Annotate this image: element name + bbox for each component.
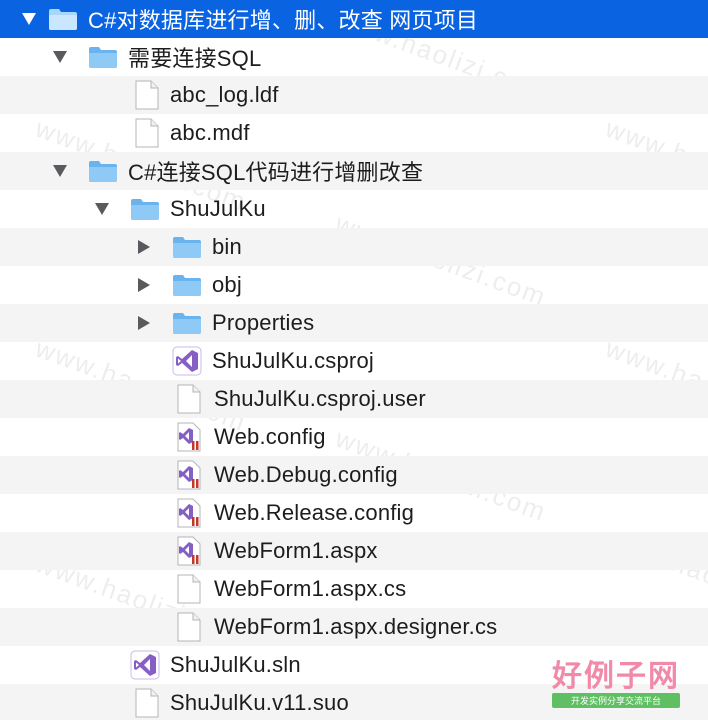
tree-row-label: C#对数据库进行增、删、改查 网页项目 (88, 8, 479, 33)
tree-row-label: bin (212, 234, 242, 259)
disclosure-expanded-icon[interactable] (19, 9, 39, 29)
tree-row-file[interactable]: abc_log.ldf (0, 76, 708, 114)
document-icon (134, 118, 160, 148)
folder-icon (172, 235, 202, 259)
tree-row-file[interactable]: Web.config (0, 418, 708, 456)
disclosure-collapsed-icon[interactable] (134, 237, 154, 257)
disclosure-collapsed-icon[interactable] (134, 275, 154, 295)
visual-studio-icon (172, 346, 202, 376)
vs-config-icon (176, 460, 202, 490)
document-icon (176, 384, 202, 414)
tree-row-label: Web.Release.config (214, 500, 415, 525)
disclosure-expanded-icon[interactable] (92, 199, 112, 219)
tree-row-label: 需要连接SQL (128, 46, 262, 71)
tree-row-file[interactable]: WebForm1.aspx.cs (0, 570, 708, 608)
tree-row-root[interactable]: C#对数据库进行增、删、改查 网页项目 (0, 0, 708, 38)
tree-row-label: ShuJulKu.csproj (212, 348, 374, 373)
disclosure-collapsed-icon[interactable] (134, 313, 154, 333)
tree-row-label: Web.Debug.config (214, 462, 398, 487)
tree-row-label: abc_log.ldf (170, 82, 279, 107)
tree-row-label: obj (212, 272, 242, 297)
tree-row-file[interactable]: ShuJulKu.v11.suo (0, 684, 708, 720)
tree-row-file[interactable]: ShuJulKu.csproj (0, 342, 708, 380)
tree-row-label: Web.config (214, 424, 326, 449)
folder-icon (130, 197, 160, 221)
document-icon (134, 80, 160, 110)
disclosure-expanded-icon[interactable] (50, 47, 70, 67)
disclosure-expanded-icon[interactable] (50, 161, 70, 181)
folder-icon (88, 159, 118, 183)
tree-row-label: ShuJulKu (170, 196, 266, 221)
vs-config-icon (176, 536, 202, 566)
tree-row-file[interactable]: WebForm1.aspx.designer.cs (0, 608, 708, 646)
tree-row-file[interactable]: Web.Debug.config (0, 456, 708, 494)
tree-row-label: WebForm1.aspx (214, 538, 378, 563)
tree-row-folder[interactable]: obj (0, 266, 708, 304)
tree-row-label: C#连接SQL代码进行增删改查 (128, 160, 424, 185)
tree-row-file[interactable]: ShuJulKu.csproj.user (0, 380, 708, 418)
tree-row-label: ShuJulKu.v11.suo (170, 690, 349, 715)
tree-row-label: Properties (212, 310, 315, 335)
tree-row-label: ShuJulKu.sln (170, 652, 301, 677)
document-icon (134, 688, 160, 718)
vs-config-icon (176, 498, 202, 528)
folder-icon (48, 7, 78, 31)
tree-row-label: abc.mdf (170, 120, 250, 145)
folder-icon (172, 311, 202, 335)
folder-icon (172, 273, 202, 297)
vs-config-icon (176, 422, 202, 452)
tree-row-folder[interactable]: Properties (0, 304, 708, 342)
tree-row-folder[interactable]: ShuJulKu (0, 190, 708, 228)
tree-row-folder[interactable]: C#连接SQL代码进行增删改查 (0, 152, 708, 190)
tree-row-label: WebForm1.aspx.designer.cs (214, 614, 498, 639)
tree-row-folder[interactable]: 需要连接SQL (0, 38, 708, 76)
tree-row-file[interactable]: WebForm1.aspx (0, 532, 708, 570)
file-tree: www.haolizi.com www.haolizi.com www.haol… (0, 0, 708, 720)
visual-studio-icon (130, 650, 160, 680)
document-icon (176, 574, 202, 604)
tree-row-folder[interactable]: bin (0, 228, 708, 266)
folder-icon (88, 45, 118, 69)
tree-row-file[interactable]: Web.Release.config (0, 494, 708, 532)
tree-row-label: ShuJulKu.csproj.user (214, 386, 426, 411)
document-icon (176, 612, 202, 642)
tree-row-file[interactable]: abc.mdf (0, 114, 708, 152)
tree-row-file[interactable]: ShuJulKu.sln (0, 646, 708, 684)
tree-row-label: WebForm1.aspx.cs (214, 576, 407, 601)
